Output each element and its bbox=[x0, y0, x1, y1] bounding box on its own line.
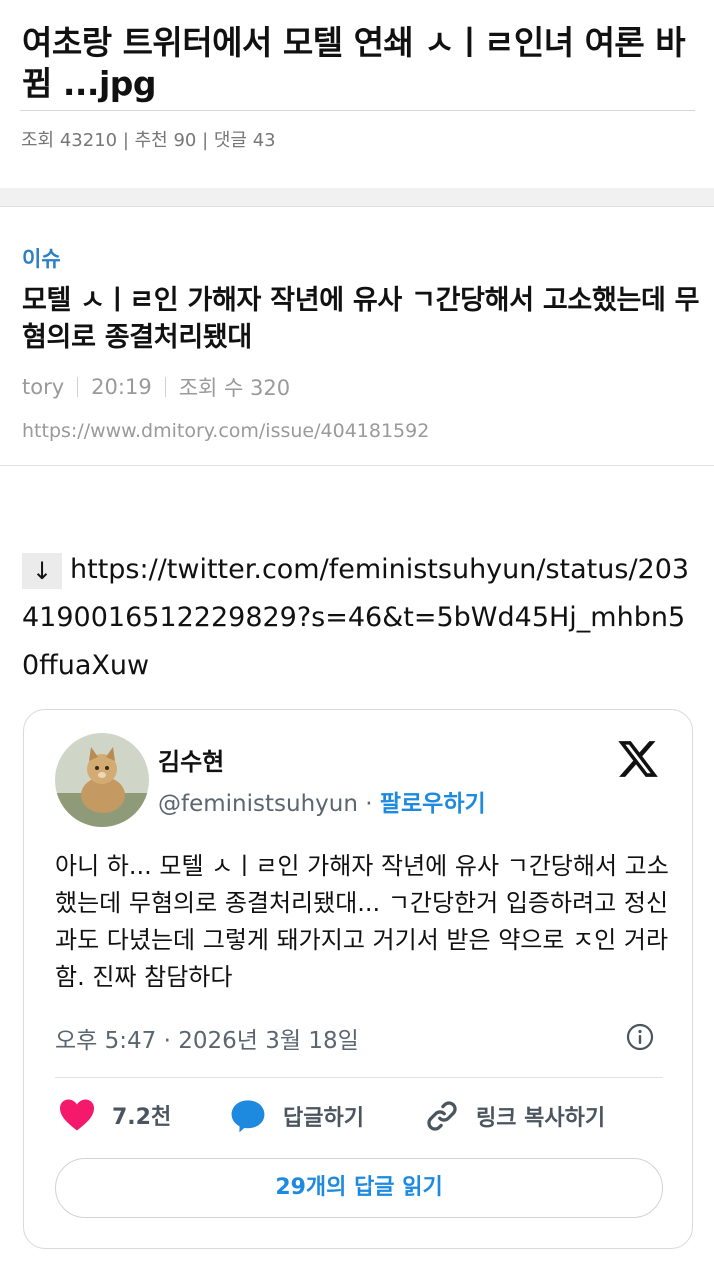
meta-separator bbox=[164, 377, 166, 397]
avatar[interactable] bbox=[55, 733, 149, 827]
info-icon[interactable] bbox=[626, 1023, 654, 1051]
tweet-link-url[interactable]: https://twitter.com/feministsuhyun/statu… bbox=[22, 554, 689, 681]
follow-button[interactable]: 팔로우하기 bbox=[380, 791, 486, 817]
avatar-image bbox=[55, 733, 149, 827]
down-arrow-icon: ↓ bbox=[22, 552, 62, 589]
tweet-author-name[interactable]: 김수현 bbox=[158, 742, 224, 777]
reply-label: 답글하기 bbox=[283, 1106, 364, 1131]
tweet-divider bbox=[55, 1077, 663, 1078]
tweet-handle[interactable]: @feministsuhyun bbox=[158, 791, 358, 817]
article-time: 20:19 bbox=[91, 375, 152, 399]
article-meta: tory 20:19 조회 수 320 bbox=[22, 372, 290, 402]
like-button[interactable]: 7.2천 bbox=[58, 1098, 171, 1132]
tweet-handle-row: @feministsuhyun · 팔로우하기 bbox=[158, 784, 486, 818]
handle-separator: · bbox=[357, 791, 380, 817]
reply-button[interactable]: 답글하기 bbox=[229, 1098, 364, 1134]
section-band bbox=[0, 188, 714, 207]
article-category[interactable]: 이슈 bbox=[22, 243, 61, 273]
article-views: 조회 수 320 bbox=[178, 376, 291, 400]
section-divider bbox=[0, 465, 714, 466]
reply-bubble-icon bbox=[231, 1100, 265, 1133]
tweet-link[interactable]: ↓ https://twitter.com/feministsuhyun/stat… bbox=[22, 546, 702, 690]
tweet-text: 아니 하... 모텔 ㅅㅣㄹ인 가해자 작년에 유사 ㄱ간당해서 고소했는데 무… bbox=[55, 852, 669, 991]
read-replies-button[interactable]: 29개의 답글 읽기 bbox=[55, 1158, 663, 1218]
article-author[interactable]: tory bbox=[22, 375, 64, 399]
like-count: 7.2천 bbox=[112, 1105, 172, 1130]
heart-icon bbox=[60, 1099, 94, 1131]
copy-link-label: 링크 복사하기 bbox=[476, 1106, 606, 1131]
tweet-timestamp[interactable]: 오후 5:47 · 2026년 3월 18일 bbox=[55, 1021, 359, 1055]
title-divider bbox=[20, 110, 695, 111]
post-stats: 조회 43210 | 추천 90 | 댓글 43 bbox=[21, 130, 276, 151]
article-source-url[interactable]: https://www.dmitory.com/issue/404181592 bbox=[22, 420, 429, 442]
article-title[interactable]: 모텔 ㅅㅣㄹ인 가해자 작년에 유사 ㄱ간당해서 고소했는데 무혐의로 종결처리… bbox=[22, 282, 702, 356]
copy-link-button[interactable]: 링크 복사하기 bbox=[424, 1098, 605, 1134]
meta-separator bbox=[77, 377, 79, 397]
link-icon bbox=[427, 1101, 457, 1131]
x-logo-icon[interactable] bbox=[616, 737, 660, 781]
post-title: 여초랑 트위터에서 모텔 연쇄 ㅅㅣㄹ인녀 여론 바뀜 ...jpg bbox=[22, 23, 686, 103]
